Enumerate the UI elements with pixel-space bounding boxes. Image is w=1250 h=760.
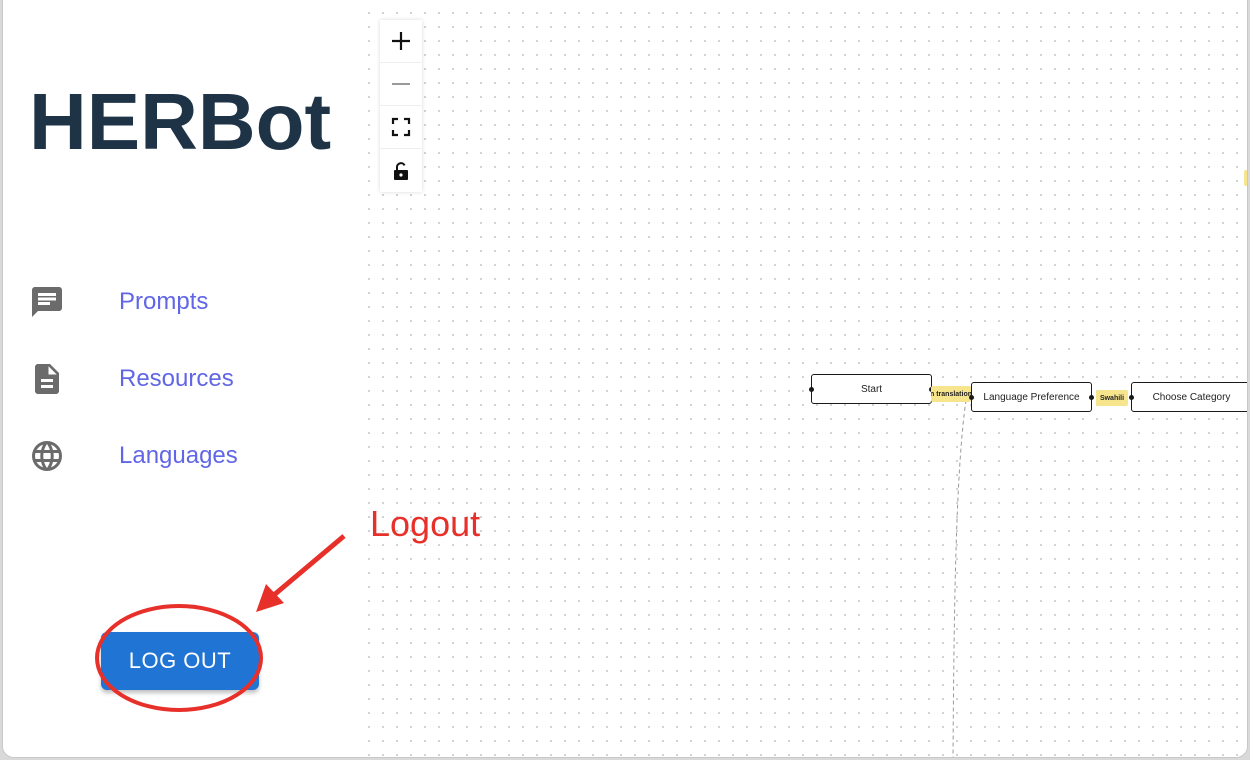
edge-label-offscreen <box>1247 554 1248 568</box>
edge-label-offscreen <box>1244 170 1247 186</box>
edge-label: n translation <box>931 386 971 402</box>
app-title: HERBot <box>29 77 332 166</box>
logout-button[interactable]: LOG OUT <box>101 632 259 690</box>
node-label: Choose Category <box>1152 391 1231 403</box>
sidebar: HERBot Prompts Resources Languages LOG O… <box>3 0 356 757</box>
node-language-preference[interactable]: Language Preference <box>969 382 1094 412</box>
node-handle[interactable] <box>809 387 814 392</box>
node-start[interactable]: Start <box>809 374 934 404</box>
sidebar-item-languages[interactable]: Languages <box>29 434 329 474</box>
annotation-label: Logout <box>370 503 481 544</box>
edge-line <box>952 399 967 757</box>
node-handle[interactable] <box>1129 395 1134 400</box>
sidebar-item-label: Languages <box>119 442 238 469</box>
chat-icon <box>29 284 65 320</box>
flow-canvas[interactable]: Start n translation Language Preference … <box>356 0 1247 757</box>
edge-label: Swahili <box>1096 390 1128 406</box>
node-handle[interactable] <box>969 395 974 400</box>
sidebar-item-prompts[interactable]: Prompts <box>29 280 329 320</box>
sidebar-item-resources[interactable]: Resources <box>29 357 329 397</box>
globe-icon <box>29 438 65 474</box>
node-handle[interactable] <box>1089 395 1094 400</box>
node-label: Start <box>860 383 883 395</box>
sidebar-item-label: Prompts <box>119 288 209 315</box>
node-choose-category[interactable]: Choose Category <box>1129 382 1247 412</box>
node-label: Language Preference <box>983 391 1080 403</box>
sidebar-item-label: Resources <box>119 365 234 392</box>
app-window: HERBot Prompts Resources Languages LOG O… <box>2 0 1248 758</box>
document-icon <box>29 361 65 397</box>
edges-layer <box>952 399 967 757</box>
